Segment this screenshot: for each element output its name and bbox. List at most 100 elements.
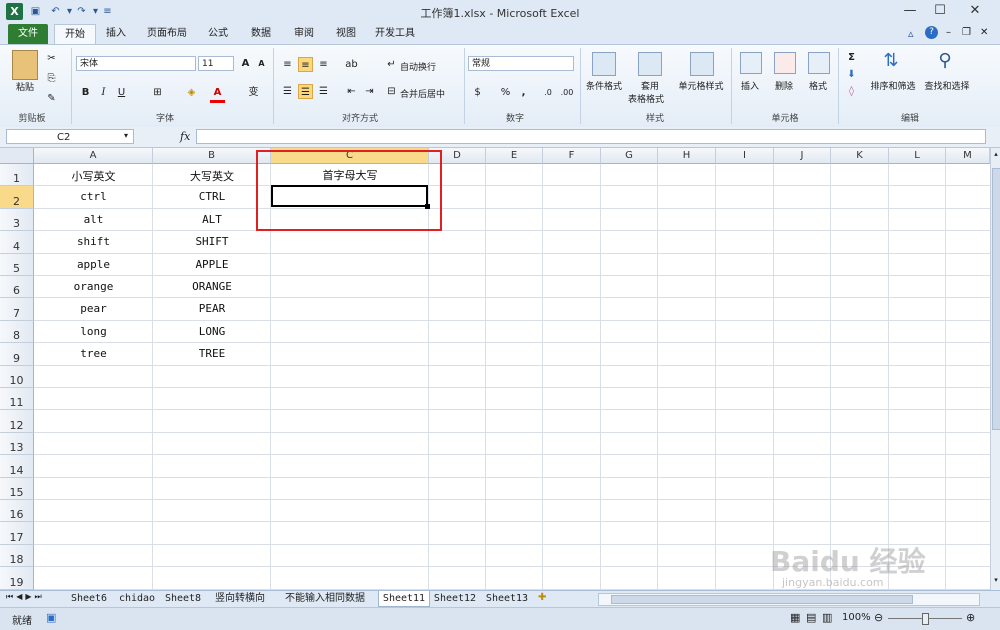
- minimize-icon[interactable]: —: [895, 0, 925, 22]
- maximize-icon[interactable]: ☐: [925, 0, 955, 22]
- cell-styles-icon[interactable]: [690, 52, 714, 76]
- column-header-l[interactable]: L: [889, 148, 946, 164]
- column-header-k[interactable]: K: [831, 148, 889, 164]
- row-header-6[interactable]: 6: [0, 276, 34, 298]
- find-select-icon[interactable]: ⚲: [932, 50, 958, 76]
- percent-button[interactable]: %: [498, 85, 513, 100]
- row-header-4[interactable]: 4: [0, 231, 34, 254]
- font-color-button[interactable]: A: [210, 85, 225, 103]
- insert-function-button[interactable]: fx: [180, 130, 190, 143]
- select-all-button[interactable]: [0, 148, 34, 164]
- format-table-icon[interactable]: [638, 52, 662, 76]
- conditional-format-icon[interactable]: [592, 52, 616, 76]
- row-header-13[interactable]: 13: [0, 433, 34, 455]
- cell-styles-button[interactable]: 单元格样式: [674, 79, 728, 92]
- orientation-icon[interactable]: ab: [344, 57, 359, 72]
- align-left-icon[interactable]: ☰: [280, 84, 295, 99]
- format-table-button[interactable]: 表格格式: [624, 92, 668, 105]
- cell-b7[interactable]: PEAR: [153, 302, 271, 315]
- column-header-h[interactable]: H: [658, 148, 716, 164]
- align-middle-icon[interactable]: ≡: [298, 57, 313, 72]
- sheet-nav-arrows-icon[interactable]: ⏮◀▶⏭: [6, 592, 45, 602]
- tab-insert[interactable]: 插入: [98, 24, 134, 44]
- macro-record-icon[interactable]: ▣: [46, 611, 56, 624]
- accounting-format-icon[interactable]: $: [470, 85, 485, 100]
- row-header-2[interactable]: 2: [0, 186, 34, 209]
- number-format-select[interactable]: 常规: [468, 56, 574, 71]
- column-header-f[interactable]: F: [543, 148, 601, 164]
- decrease-indent-icon[interactable]: ⇤: [344, 84, 359, 99]
- align-top-icon[interactable]: ≡: [280, 57, 295, 72]
- sort-filter-button[interactable]: 排序和筛选: [866, 79, 920, 92]
- phonetic-button[interactable]: 变: [246, 85, 261, 100]
- cell-a1[interactable]: 小写英文: [34, 168, 153, 184]
- row-header-5[interactable]: 5: [0, 254, 34, 276]
- delete-cells-icon[interactable]: [774, 52, 796, 74]
- horizontal-scrollbar[interactable]: [598, 593, 980, 606]
- increase-indent-icon[interactable]: ⇥: [362, 84, 377, 99]
- row-header-1[interactable]: 1: [0, 164, 34, 186]
- shrink-font-button[interactable]: A: [254, 56, 269, 71]
- sheet-tab-transpose[interactable]: 竖向转横向: [208, 591, 272, 606]
- row-header-7[interactable]: 7: [0, 298, 34, 321]
- underline-button[interactable]: U: [114, 85, 129, 100]
- column-header-g[interactable]: G: [601, 148, 658, 164]
- sheet-tab-sheet13[interactable]: Sheet13: [482, 591, 532, 606]
- sort-filter-icon[interactable]: ⇅: [878, 50, 904, 76]
- tab-view[interactable]: 视图: [328, 24, 364, 44]
- cell-b8[interactable]: LONG: [153, 325, 271, 338]
- wrap-text-icon[interactable]: ↵: [384, 57, 399, 72]
- paste-icon[interactable]: [12, 50, 38, 80]
- font-size-select[interactable]: 11: [198, 56, 234, 71]
- cell-a7[interactable]: pear: [34, 302, 153, 315]
- horizontal-scroll-thumb[interactable]: [611, 595, 913, 604]
- name-box-dropdown-icon[interactable]: ▾: [124, 131, 128, 140]
- autosum-button[interactable]: Σ: [844, 50, 859, 65]
- align-center-icon[interactable]: ☰: [298, 84, 313, 99]
- insert-cells-icon[interactable]: [740, 52, 762, 74]
- decrease-decimal-button[interactable]: .00: [558, 85, 576, 100]
- format-cells-button[interactable]: 格式: [802, 79, 834, 92]
- row-header-18[interactable]: 18: [0, 545, 34, 567]
- format-table-label-1[interactable]: 套用: [630, 79, 670, 92]
- row-header-17[interactable]: 17: [0, 522, 34, 545]
- cell-a5[interactable]: apple: [34, 258, 153, 271]
- zoom-in-icon[interactable]: ⊕: [966, 611, 975, 624]
- font-name-select[interactable]: 宋体: [76, 56, 196, 71]
- tab-home[interactable]: 开始: [54, 24, 96, 45]
- tab-data[interactable]: 数据: [243, 24, 279, 44]
- sheet-tab-sheet11[interactable]: Sheet11: [378, 591, 430, 607]
- column-header-b[interactable]: B: [153, 148, 271, 164]
- normal-view-icon[interactable]: ▦: [790, 611, 800, 624]
- sheet-tab-no-duplicates[interactable]: 不能输入相同数据: [276, 591, 374, 606]
- doc-restore-icon[interactable]: ❐: [962, 27, 971, 38]
- align-right-icon[interactable]: ☰: [316, 84, 331, 99]
- cell-a2[interactable]: ctrl: [34, 190, 153, 203]
- column-header-j[interactable]: J: [774, 148, 831, 164]
- fill-icon[interactable]: ⬇: [844, 67, 859, 82]
- increase-decimal-button[interactable]: .0: [540, 85, 556, 100]
- row-header-14[interactable]: 14: [0, 455, 34, 478]
- italic-button[interactable]: I: [96, 85, 111, 100]
- bold-button[interactable]: B: [78, 85, 93, 100]
- minimize-ribbon-icon[interactable]: ▵: [908, 27, 914, 40]
- merge-center-button[interactable]: 合并后居中: [400, 87, 458, 100]
- zoom-level[interactable]: 100%: [842, 612, 871, 623]
- column-header-a[interactable]: A: [34, 148, 153, 164]
- format-painter-icon[interactable]: ✎: [44, 91, 59, 106]
- copy-icon[interactable]: ⎘: [44, 71, 59, 86]
- row-header-15[interactable]: 15: [0, 478, 34, 500]
- conditional-format-button[interactable]: 条件格式: [582, 79, 626, 92]
- cell-a9[interactable]: tree: [34, 347, 153, 360]
- merge-center-icon[interactable]: ⊟: [384, 84, 399, 99]
- formula-input[interactable]: [196, 129, 986, 144]
- delete-cells-button[interactable]: 删除: [768, 79, 800, 92]
- grow-font-button[interactable]: A: [238, 56, 253, 71]
- vertical-scroll-thumb[interactable]: [992, 168, 1000, 430]
- row-header-10[interactable]: 10: [0, 366, 34, 388]
- borders-icon[interactable]: ⊞: [150, 85, 165, 100]
- sheet-tab-chidao[interactable]: chidao: [114, 591, 160, 606]
- name-box[interactable]: C2: [6, 129, 134, 144]
- cell-b5[interactable]: APPLE: [153, 258, 271, 271]
- doc-close-icon[interactable]: ✕: [980, 27, 988, 38]
